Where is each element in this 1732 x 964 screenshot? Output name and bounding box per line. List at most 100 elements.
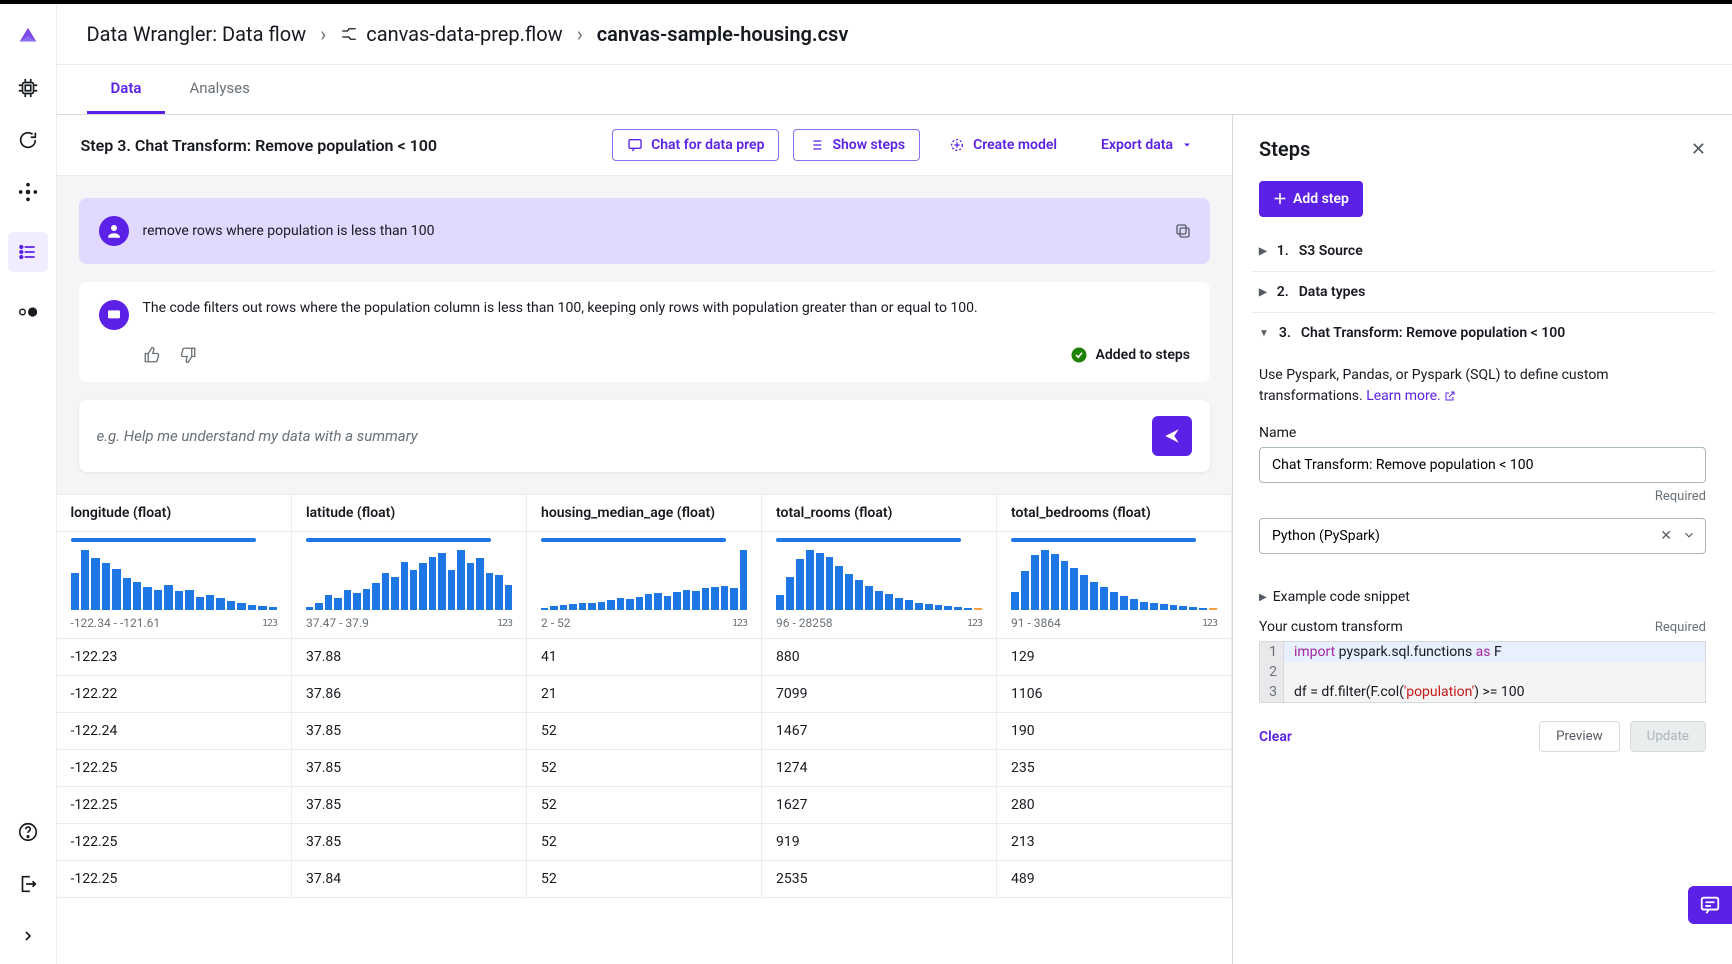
chevron-down-icon[interactable] [1682,528,1696,544]
table-cell: 37.86 [292,676,527,713]
chat-input-container [79,400,1211,472]
table-cell: 1627 [762,787,997,824]
breadcrumb-file[interactable]: canvas-data-prep.flow [340,22,563,46]
language-select[interactable] [1259,518,1706,554]
added-to-steps-badge: Added to steps [1070,346,1190,364]
table-row[interactable]: -122.2437.85521467190 [57,713,1232,750]
table-cell: 37.85 [292,824,527,861]
help-icon[interactable] [16,820,40,844]
step-item-1[interactable]: ▶ 1. S3 Source [1251,231,1714,272]
bot-avatar-icon [99,300,129,330]
expand-rail-icon[interactable] [16,924,40,948]
column-header[interactable]: latitude (float) [292,495,527,532]
external-link-icon [1444,390,1456,402]
table-row[interactable]: -122.2537.84522535489 [57,861,1232,898]
example-snippet-toggle[interactable]: ▶ Example code snippet [1259,575,1706,619]
create-model-button[interactable]: Create model [934,129,1072,161]
list-icon[interactable] [8,232,48,272]
column-histogram: -122.34 - -121.61123 [57,532,292,639]
chat-icon [627,137,643,153]
check-circle-icon [1070,346,1088,364]
column-header[interactable]: longitude (float) [57,495,292,532]
table-cell: -122.24 [57,713,292,750]
table-row[interactable]: -122.2237.862170991106 [57,676,1232,713]
table-cell: 52 [527,713,762,750]
chat-assistant-message: The code filters out rows where the popu… [79,282,1211,382]
step-name-input[interactable] [1259,447,1706,483]
breadcrumb-current: canvas-sample-housing.csv [597,22,849,46]
table-cell: -122.25 [57,750,292,787]
network-icon[interactable] [16,180,40,204]
breadcrumb-root[interactable]: Data Wrangler: Data flow [87,22,307,46]
chat-input[interactable] [97,427,1141,445]
table-cell: 2535 [762,861,997,898]
column-histogram: 2 - 52123 [527,532,762,639]
refresh-icon[interactable] [16,128,40,152]
clear-select-icon[interactable]: ✕ [1660,528,1672,544]
table-row[interactable]: -122.2537.85521627280 [57,787,1232,824]
chat-fab-button[interactable] [1688,886,1732,924]
table-cell: 41 [527,639,762,676]
chevron-right-icon: › [577,22,583,46]
column-header[interactable]: housing_median_age (float) [527,495,762,532]
breadcrumb: Data Wrangler: Data flow › canvas-data-p… [57,4,1732,65]
chip-icon[interactable] [16,76,40,100]
export-data-button[interactable]: Export data [1086,129,1208,161]
chat-user-message: remove rows where population is less tha… [79,198,1211,264]
step-item-2[interactable]: ▶ 2. Data types [1251,272,1714,313]
caret-right-icon: ▶ [1259,592,1267,603]
user-message-text: remove rows where population is less tha… [143,223,435,239]
table-cell: 37.85 [292,787,527,824]
send-button[interactable] [1152,416,1192,456]
show-steps-button[interactable]: Show steps [793,129,920,161]
column-histogram: 37.47 - 37.9123 [292,532,527,639]
thumbs-down-icon[interactable] [179,346,197,364]
steps-panel: Steps ✕ ＋ Add step ▶ 1. S3 Source ▶ 2. [1232,115,1732,964]
table-cell: -122.22 [57,676,292,713]
caret-down-icon: ▼ [1259,328,1269,339]
step-item-3[interactable]: ▼ 3. Chat Transform: Remove population <… [1251,313,1714,353]
required-label: Required [1655,620,1706,635]
plus-icon: ＋ [1273,189,1287,209]
column-histogram: 91 - 3864123 [997,532,1232,639]
close-icon[interactable]: ✕ [1691,139,1706,160]
code-editor[interactable]: 1import pyspark.sql.functions as F 2 3df… [1259,641,1706,703]
bot-message-text: The code filters out rows where the popu… [143,300,978,316]
tab-data[interactable]: Data [87,65,166,114]
table-cell: 235 [997,750,1232,787]
list-icon [808,137,824,153]
chat-area: remove rows where population is less tha… [57,176,1233,494]
caret-right-icon: ▶ [1259,246,1267,257]
table-cell: 52 [527,861,762,898]
learn-more-link[interactable]: Learn more. [1366,388,1456,404]
step-description: Use Pyspark, Pandas, or Pyspark (SQL) to… [1259,365,1706,407]
chat-data-prep-button[interactable]: Chat for data prep [612,129,779,161]
table-row[interactable]: -122.2537.85521274235 [57,750,1232,787]
tab-analyses[interactable]: Analyses [165,65,273,114]
logo-icon[interactable] [16,24,40,48]
clear-button[interactable]: Clear [1259,729,1292,745]
table-cell: 37.84 [292,861,527,898]
table-cell: 52 [527,787,762,824]
thumbs-up-icon[interactable] [143,346,161,364]
table-cell: 1274 [762,750,997,787]
dots-icon[interactable] [16,300,40,324]
logout-icon[interactable] [16,872,40,896]
table-row[interactable]: -122.2337.8841880129 [57,639,1232,676]
flow-icon [340,25,358,43]
table-cell: 1106 [997,676,1232,713]
preview-button[interactable]: Preview [1539,721,1620,752]
table-row[interactable]: -122.2537.8552919213 [57,824,1232,861]
tabs: Data Analyses [57,65,1732,115]
table-cell: 190 [997,713,1232,750]
column-header[interactable]: total_bedrooms (float) [997,495,1232,532]
table-cell: 37.88 [292,639,527,676]
table-cell: 37.85 [292,750,527,787]
copy-icon[interactable] [1174,222,1192,240]
add-step-button[interactable]: ＋ Add step [1259,181,1363,217]
model-icon [949,137,965,153]
column-header[interactable]: total_rooms (float) [762,495,997,532]
chevron-right-icon: › [320,22,326,46]
required-label: Required [1259,489,1706,504]
table-cell: 52 [527,824,762,861]
